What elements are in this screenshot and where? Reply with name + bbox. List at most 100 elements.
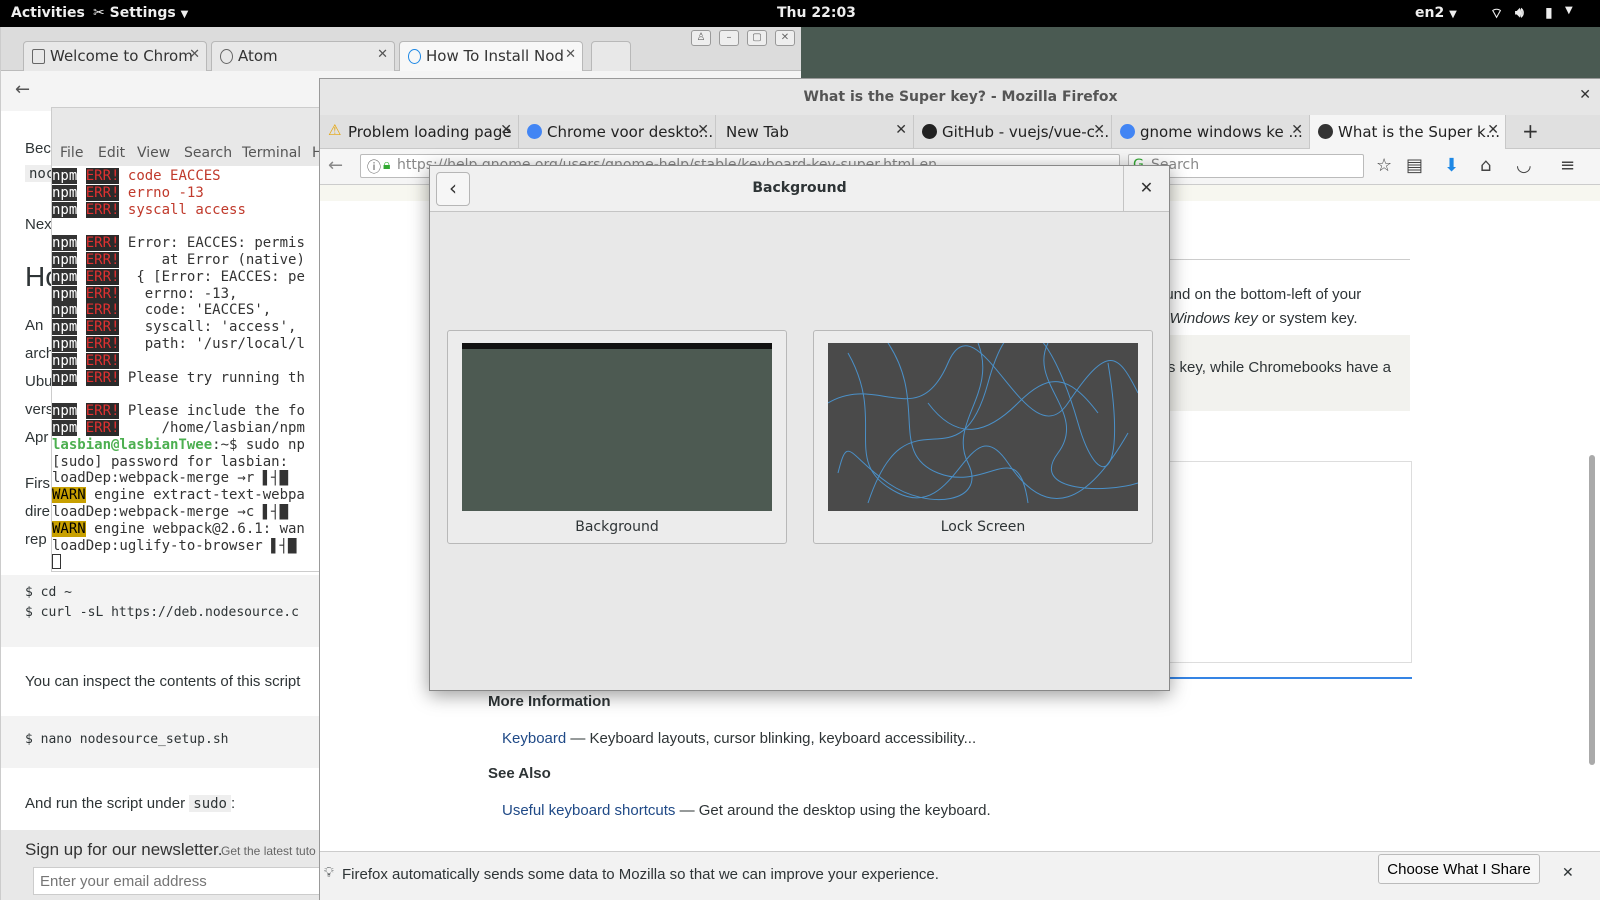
firefox-tab[interactable]: gnome windows ke ... ✕ (1112, 115, 1310, 149)
firefox-tab-active[interactable]: What is the Super k... ✕ (1310, 115, 1506, 149)
terminal-line: npm ERR! syscall access (52, 201, 322, 219)
chevron-down-icon[interactable]: ▼ (1565, 5, 1573, 16)
terminal-output[interactable]: npm ERR! code EACCES npm ERR! errno -13 np… (52, 168, 322, 571)
terminal-text: errno: -13, (127, 285, 238, 302)
err-tag: ERR! (85, 302, 120, 319)
app-menu-label: Settings (109, 5, 176, 21)
loading-icon (408, 49, 421, 64)
menu-icon[interactable]: ≡ (1560, 155, 1575, 176)
home-icon[interactable]: ⌂ (1480, 155, 1491, 176)
menu-search[interactable]: Search (184, 145, 232, 161)
warn-tag: WARN (52, 520, 86, 537)
scrollbar[interactable] (1589, 455, 1595, 765)
minimize-icon[interactable]: – (719, 30, 739, 46)
close-icon[interactable]: ✕ (1291, 122, 1303, 138)
pocket-icon[interactable]: ◡ (1516, 155, 1532, 176)
npm-tag: npm (52, 419, 78, 436)
battery-icon[interactable]: ▮ (1545, 5, 1553, 21)
firefox-tab[interactable]: ⚠ Problem loading page ✕ (320, 115, 519, 149)
menu-view[interactable]: View (137, 145, 170, 161)
close-icon[interactable]: ✕ (775, 30, 795, 46)
chrome-tab[interactable]: Atom ✕ (211, 41, 395, 71)
chrome-tab-strip: Welcome to Chrom ✕ Atom ✕ How To Install… (1, 27, 801, 71)
terminal-text: syscall: 'access', (127, 319, 297, 336)
background-dialog: ‹ Background ✕ Background Lock Screen (429, 165, 1170, 691)
terminal-line: npm ERR! errno -13 (52, 184, 322, 202)
firefox-tab[interactable]: New Tab ✕ (716, 115, 914, 149)
link-item: Useful keyboard shortcuts — Get around t… (502, 802, 991, 819)
close-button[interactable]: ✕ (1123, 166, 1169, 212)
tab-label: Problem loading page (348, 123, 512, 141)
close-icon[interactable]: ✕ (895, 122, 907, 138)
background-card[interactable]: Background (447, 330, 787, 544)
window-title-text: What is the Super key? - Mozilla Firefox (803, 89, 1118, 105)
lock-screen-thumbnail (828, 343, 1138, 511)
close-icon[interactable]: ✕ (1487, 122, 1499, 138)
err-tag: ERR! (85, 403, 120, 420)
article-text-punct: : (230, 795, 236, 812)
chrome-tab-active[interactable]: How To Install Nod ✕ (399, 41, 583, 71)
accent-rule (1150, 677, 1412, 679)
inline-code: sudo (189, 795, 231, 812)
npm-tag: npm (52, 302, 78, 319)
menu-file[interactable]: File (60, 145, 83, 161)
terminal-line: npm ERR! code: 'EACCES', (52, 302, 322, 319)
page-text-italic: Windows key (1169, 310, 1258, 327)
content-box: . (1150, 461, 1412, 663)
err-tag: ERR! (85, 319, 120, 336)
back-icon[interactable]: ← (328, 155, 343, 176)
tab-label: Welcome to Chrom (50, 47, 193, 65)
terminal-line: loadDep:webpack-merge →r ▌┤█ (52, 470, 322, 487)
article-text: You can inspect the contents of this scr… (25, 673, 301, 690)
keyboard-link[interactable]: Keyboard (502, 730, 566, 747)
wifi-icon[interactable]: ⌔ (1490, 5, 1503, 23)
warning-icon: ⚠ (328, 121, 342, 139)
volume-icon[interactable]: 🔊︎ (1515, 5, 1524, 21)
maximize-icon[interactable]: ▢ (747, 30, 767, 46)
prompt-user: lasbian@lasbianTwee (52, 436, 213, 453)
shortcuts-link[interactable]: Useful keyboard shortcuts (502, 802, 675, 819)
info-icon[interactable]: ⓘ (367, 157, 381, 177)
clock[interactable]: Thu 22:03 (777, 5, 856, 21)
bookmark-star-icon[interactable]: ☆ (1376, 155, 1392, 176)
terminal-cursor (52, 554, 322, 571)
chrome-tab[interactable]: Welcome to Chrom ✕ (23, 41, 207, 71)
err-tag: ERR! (85, 168, 120, 184)
menu-terminal[interactable]: Terminal (242, 145, 301, 161)
reading-list-icon[interactable]: ▤ (1406, 155, 1423, 176)
activities-button[interactable]: Activities (11, 5, 85, 21)
err-tag: ERR! (85, 201, 120, 218)
profile-icon[interactable]: ♙ (691, 30, 711, 46)
close-icon[interactable]: ✕ (377, 47, 388, 62)
email-input[interactable] (33, 867, 321, 895)
close-icon[interactable]: ✕ (565, 47, 576, 62)
terminal-line: npm ERR! at Error (native) (52, 251, 322, 269)
new-tab-button[interactable] (591, 41, 631, 71)
terminal-text: syscall access (127, 201, 246, 218)
close-icon[interactable]: ✕ (500, 122, 512, 138)
close-icon[interactable]: ✕ (1562, 864, 1574, 881)
firefox-tab[interactable]: Chrome voor deskto... ✕ (519, 115, 716, 149)
close-icon[interactable]: ✕ (1093, 122, 1105, 138)
firefox-tab[interactable]: GitHub - vuejs/vue-c... ✕ (914, 115, 1112, 149)
close-icon[interactable]: ✕ (697, 122, 709, 138)
terminal-line: npm ERR! /home/lasbian/npm (52, 419, 322, 437)
npm-tag: npm (52, 201, 78, 218)
app-menu[interactable]: ✂ Settings ▼ (93, 5, 188, 21)
window-title: What is the Super key? - Mozilla Firefox… (320, 79, 1600, 115)
download-icon[interactable]: ⬇ (1444, 155, 1459, 176)
terminal-text: errno -13 (127, 184, 204, 201)
err-tag: ERR! (85, 235, 120, 252)
new-tab-button[interactable]: + (1522, 119, 1539, 143)
menu-edit[interactable]: Edit (98, 145, 125, 161)
choose-what-i-share-button[interactable]: Choose What I Share (1378, 854, 1540, 884)
language-menu[interactable]: en2 ▼ (1415, 5, 1457, 21)
back-icon[interactable]: ← (15, 79, 30, 100)
lock-screen-card[interactable]: Lock Screen (813, 330, 1153, 544)
close-icon[interactable]: ✕ (189, 47, 200, 62)
terminal-line: loadDep:uglify-to-browser ▌┤█ (52, 538, 322, 555)
close-icon[interactable]: ✕ (1579, 87, 1591, 103)
link-description: — Keyboard layouts, cursor blinking, key… (566, 730, 977, 747)
